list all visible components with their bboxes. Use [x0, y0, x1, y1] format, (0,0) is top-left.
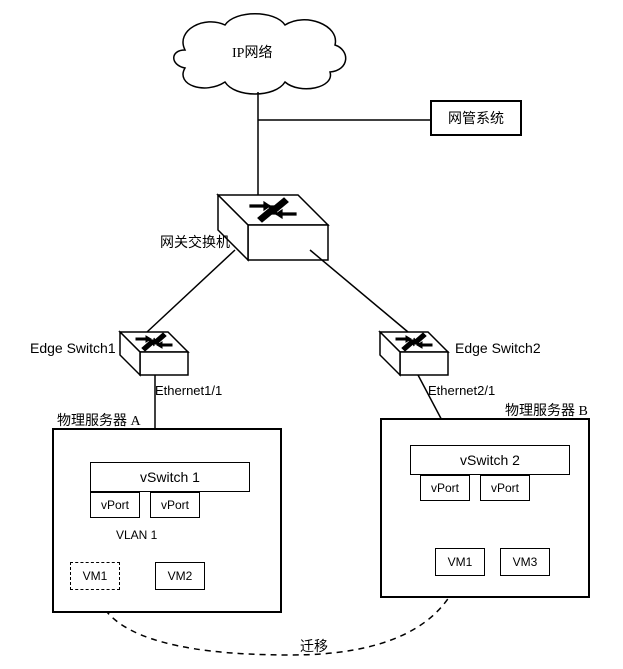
vport-b2: vPort	[480, 475, 530, 501]
vm1-b: VM1	[435, 548, 485, 576]
vport-b1-label: vPort	[431, 481, 459, 495]
migration-label: 迁移	[300, 636, 328, 656]
vm1-a-label: VM1	[83, 569, 108, 583]
vm1-a-dashed: VM1	[70, 562, 120, 590]
vport-a2-label: vPort	[161, 498, 189, 512]
edge1-label: Edge Switch1	[30, 340, 116, 356]
vport-a1-label: vPort	[101, 498, 129, 512]
cloud-label: IP网络	[232, 42, 272, 62]
edge-switch2-shape	[380, 332, 448, 375]
edge2-label: Edge Switch2	[455, 340, 541, 356]
vswitch-1: vSwitch 1	[90, 462, 250, 492]
gateway-label: 网关交换机	[160, 232, 230, 252]
vswitch-1-label: vSwitch 1	[140, 469, 200, 485]
vm1-b-label: VM1	[448, 555, 473, 569]
server-a-label: 物理服务器 A	[57, 410, 141, 430]
vport-b2-label: vPort	[491, 481, 519, 495]
nms-label: 网管系统	[448, 108, 504, 128]
vswitch-2: vSwitch 2	[410, 445, 570, 475]
nms-box: 网管系统	[430, 100, 522, 136]
server-b-label: 物理服务器 B	[505, 400, 588, 420]
edge1-iface: Ethernet1/1	[155, 383, 222, 398]
edge-switch1-shape	[120, 332, 188, 375]
vport-a1: vPort	[90, 492, 140, 518]
edge2-iface: Ethernet2/1	[428, 383, 495, 398]
vm2-a: VM2	[155, 562, 205, 590]
vport-a2: vPort	[150, 492, 200, 518]
vm3-b: VM3	[500, 548, 550, 576]
vm2-a-label: VM2	[168, 569, 193, 583]
vport-b1: vPort	[420, 475, 470, 501]
vm3-b-label: VM3	[513, 555, 538, 569]
vswitch-2-label: vSwitch 2	[460, 452, 520, 468]
vlan-label: VLAN 1	[116, 528, 157, 542]
